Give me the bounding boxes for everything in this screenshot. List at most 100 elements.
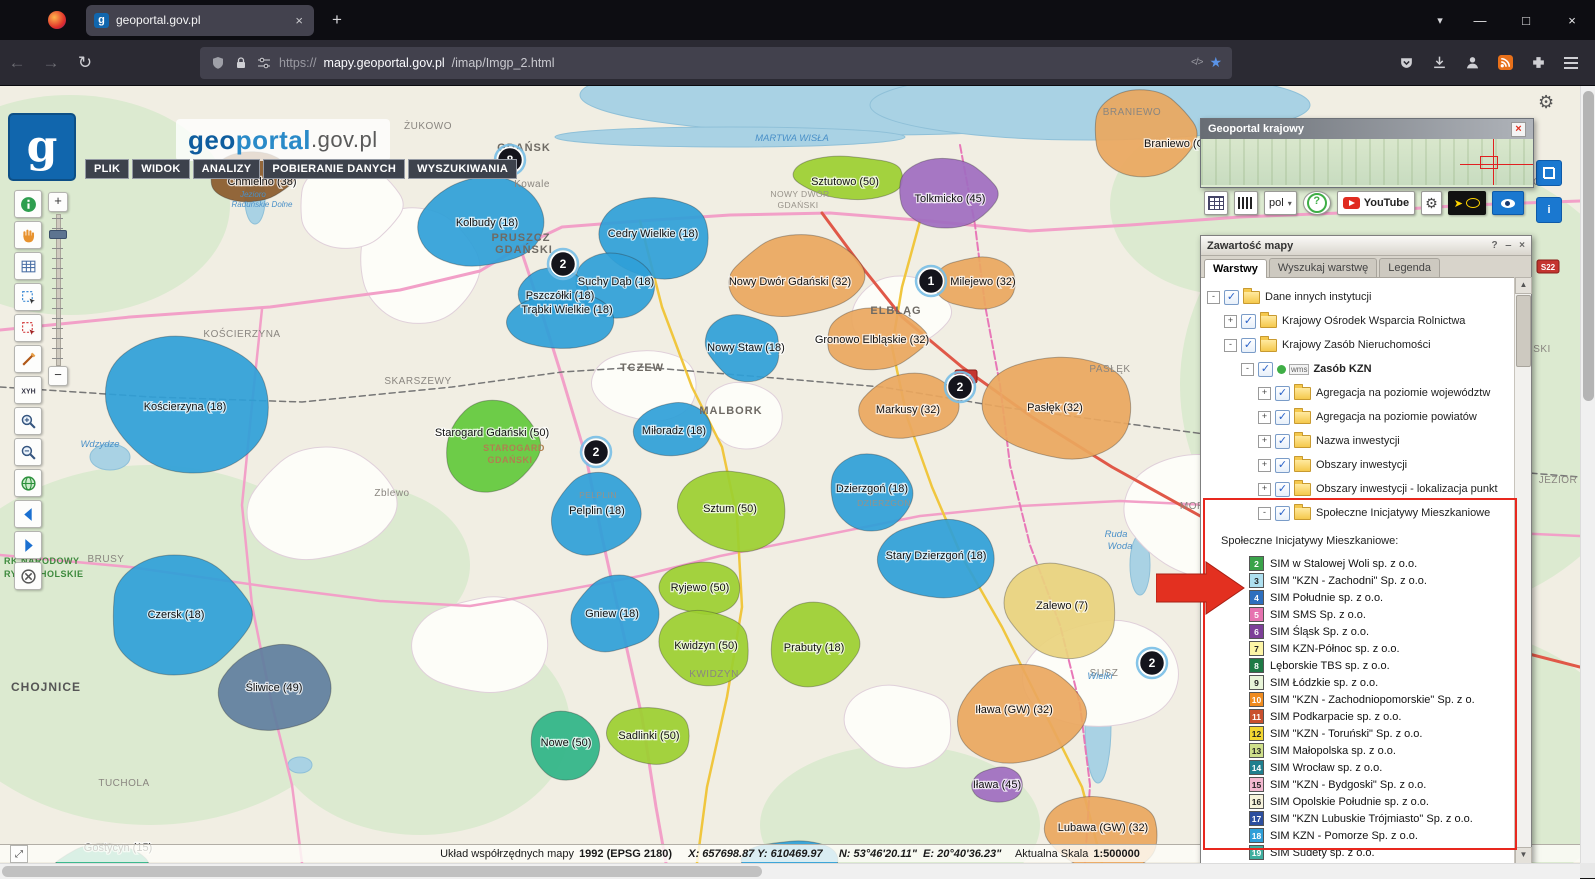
- list-all-tabs-icon[interactable]: ▾: [1423, 14, 1457, 27]
- expander-icon[interactable]: +: [1258, 411, 1271, 424]
- layer-node[interactable]: -✓Społeczne Inicjatywy Mieszkaniowe: [1201, 501, 1515, 525]
- window-close-button[interactable]: ×: [1549, 0, 1595, 40]
- overview-extent-box[interactable]: [1480, 156, 1498, 169]
- expander-icon[interactable]: +: [1258, 387, 1271, 400]
- overview-minimap[interactable]: [1201, 139, 1533, 185]
- menu-plik[interactable]: PLIK: [85, 159, 129, 179]
- permissions-icon[interactable]: [256, 55, 272, 71]
- next-view-button[interactable]: [14, 531, 42, 559]
- layer-node[interactable]: -✓Krajowy Zasób Nieruchomości: [1201, 333, 1515, 357]
- language-select[interactable]: pol ▾: [1264, 191, 1297, 215]
- expander-icon[interactable]: -: [1241, 363, 1254, 376]
- measure-button[interactable]: [14, 345, 42, 373]
- vertical-scrollbar[interactable]: [1580, 85, 1595, 863]
- layer-checkbox[interactable]: ✓: [1275, 482, 1290, 497]
- zoom-out-button[interactable]: −: [48, 366, 68, 386]
- zoom-in-tool-button[interactable]: [14, 407, 42, 435]
- layer-node[interactable]: +✓Krajowy Ośrodek Wsparcia Rolnictwa: [1201, 309, 1515, 333]
- panel-help-icon[interactable]: ?: [1491, 240, 1497, 251]
- layer-checkbox[interactable]: ✓: [1258, 362, 1273, 377]
- layer-checkbox[interactable]: ✓: [1275, 386, 1290, 401]
- back-button[interactable]: ←: [0, 53, 34, 73]
- layer-node[interactable]: +✓Agregacja na poziomie województw: [1201, 381, 1515, 405]
- downloads-icon[interactable]: [1431, 55, 1447, 71]
- expander-icon[interactable]: -: [1207, 291, 1220, 304]
- layers-shortcut-button[interactable]: [1536, 160, 1562, 186]
- expander-icon[interactable]: +: [1258, 435, 1271, 448]
- scroll-down-icon[interactable]: ▼: [1515, 847, 1532, 864]
- forward-button[interactable]: →: [34, 53, 68, 73]
- zoom-slider-handle[interactable]: [49, 230, 67, 239]
- panel-header[interactable]: Zawartość mapy ? ‒ ×: [1201, 236, 1531, 256]
- overview-close-icon[interactable]: ×: [1511, 122, 1526, 137]
- help-button[interactable]: ?: [1303, 191, 1331, 215]
- layer-node[interactable]: -✓wmsZasób KZN: [1201, 357, 1515, 381]
- select-area-button[interactable]: [14, 283, 42, 311]
- menu-wyszukiwania[interactable]: WYSZUKIWANIA: [408, 159, 517, 179]
- pan-button[interactable]: [14, 221, 42, 249]
- identify-button[interactable]: [14, 190, 42, 218]
- code-view-icon[interactable]: </>: [1191, 57, 1202, 68]
- account-icon[interactable]: [1464, 55, 1480, 71]
- clear-selection-button[interactable]: [14, 314, 42, 342]
- layer-checkbox[interactable]: ✓: [1275, 458, 1290, 473]
- panel-close-icon[interactable]: ×: [1519, 240, 1525, 251]
- layer-checkbox[interactable]: ✓: [1275, 434, 1290, 449]
- layer-node[interactable]: +✓Agregacja na poziomie powiatów: [1201, 405, 1515, 429]
- layer-checkbox[interactable]: ✓: [1275, 506, 1290, 521]
- previous-view-button[interactable]: [14, 500, 42, 528]
- scroll-up-icon[interactable]: ▲: [1515, 277, 1532, 294]
- firefox-profile-icon[interactable]: [48, 11, 66, 29]
- zoom-slider[interactable]: [48, 214, 66, 364]
- visibility-button[interactable]: [1492, 191, 1524, 215]
- panel-scrollbar[interactable]: ▲ ▼: [1514, 277, 1531, 864]
- layer-node[interactable]: +✓Obszary inwestycji - lokalizacja punkt: [1201, 477, 1515, 501]
- overview-header[interactable]: Geoportal krajowy ×: [1201, 119, 1533, 139]
- barcode-button[interactable]: [1234, 191, 1258, 215]
- expand-corner-icon[interactable]: ⤢: [10, 845, 28, 863]
- zoom-out-tool-button[interactable]: [14, 438, 42, 466]
- layer-checkbox[interactable]: ✓: [1275, 410, 1290, 425]
- menu-widok[interactable]: WIDOK: [132, 159, 189, 179]
- menu-hamburger-icon[interactable]: [1563, 55, 1579, 71]
- settings-wheel-button[interactable]: ⚙: [1421, 191, 1442, 215]
- tab-wyszukaj-warstwę[interactable]: Wyszukaj warstwę: [1269, 258, 1377, 277]
- horizontal-scrollbar[interactable]: [0, 863, 1580, 879]
- url-bar[interactable]: https://mapy.geoportal.gov.pl/imap/Imgp_…: [200, 47, 1232, 79]
- reload-button[interactable]: ↻: [68, 53, 102, 73]
- layer-checkbox[interactable]: ✓: [1241, 314, 1256, 329]
- menu-pobieranie-danych[interactable]: POBIERANIE DANYCH: [263, 159, 405, 179]
- layer-node[interactable]: +✓Nazwa inwestycji: [1201, 429, 1515, 453]
- window-minimize-button[interactable]: —: [1457, 0, 1503, 40]
- expander-icon[interactable]: +: [1224, 315, 1237, 328]
- lock-icon[interactable]: [233, 55, 249, 71]
- expander-icon[interactable]: -: [1224, 339, 1237, 352]
- expander-icon[interactable]: +: [1258, 483, 1271, 496]
- tab-warstwy[interactable]: Warstwy: [1204, 259, 1267, 278]
- youtube-button[interactable]: YouTube: [1337, 191, 1415, 215]
- geoportal-logo[interactable]: g: [8, 113, 76, 181]
- zoom-in-button[interactable]: +: [48, 192, 68, 212]
- layer-checkbox[interactable]: ✓: [1224, 290, 1239, 305]
- panel-minimize-icon[interactable]: ‒: [1506, 240, 1512, 251]
- full-extent-button[interactable]: [14, 469, 42, 497]
- attribute-table-button[interactable]: [14, 252, 42, 280]
- layer-node[interactable]: +✓Obszary inwestycji: [1201, 453, 1515, 477]
- pocket-icon[interactable]: [1398, 55, 1414, 71]
- extensions-puzzle-icon[interactable]: [1530, 55, 1546, 71]
- layer-node[interactable]: -✓Dane innych instytucji: [1201, 285, 1515, 309]
- tab-legenda[interactable]: Legenda: [1379, 258, 1440, 277]
- vertical-scrollbar-thumb[interactable]: [1583, 91, 1594, 401]
- rss-extension-icon[interactable]: [1497, 55, 1513, 71]
- scrollbar-thumb[interactable]: [1516, 295, 1531, 367]
- browser-tab[interactable]: g geoportal.gov.pl ×: [86, 5, 314, 36]
- grid-view-button[interactable]: [1204, 191, 1228, 215]
- tab-close-icon[interactable]: ×: [292, 13, 306, 28]
- info-shortcut-button[interactable]: i: [1536, 197, 1562, 223]
- shield-icon[interactable]: [210, 55, 226, 71]
- window-restore-button[interactable]: □: [1503, 0, 1549, 40]
- expander-icon[interactable]: -: [1258, 507, 1271, 520]
- map-settings-gear-icon[interactable]: ⚙: [1538, 92, 1554, 113]
- menu-analizy[interactable]: ANALIZY: [193, 159, 261, 179]
- coordinates-xyh-button[interactable]: XYH: [14, 376, 42, 404]
